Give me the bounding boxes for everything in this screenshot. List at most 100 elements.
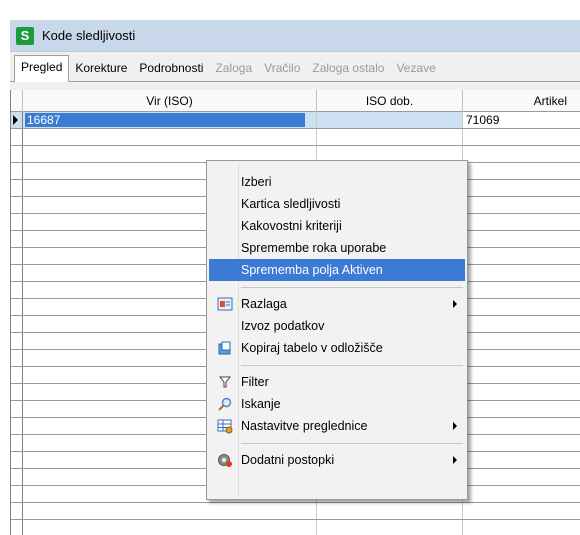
cell-vir[interactable]	[23, 503, 317, 519]
row-selector[interactable]	[11, 214, 23, 230]
cell-artikel[interactable]	[463, 129, 580, 145]
cell-artikel[interactable]	[463, 486, 580, 502]
row-selector[interactable]	[11, 316, 23, 332]
tab-bar: Pregled Korekture Podrobnosti Zaloga Vra…	[10, 54, 580, 82]
tab-podrobnosti[interactable]: Podrobnosti	[133, 61, 209, 81]
cell-artikel[interactable]	[463, 367, 580, 383]
row-selector[interactable]	[11, 384, 23, 400]
cell-vir[interactable]: 16687	[23, 112, 317, 128]
cell-artikel[interactable]	[463, 435, 580, 451]
row-selector[interactable]	[11, 401, 23, 417]
menu-item-razlaga[interactable]: Razlaga	[209, 293, 465, 315]
cell-artikel[interactable]	[463, 180, 580, 196]
cell-artikel[interactable]	[463, 282, 580, 298]
row-selector[interactable]	[11, 503, 23, 519]
cell-vir-value: 16687	[25, 113, 305, 127]
row-selector[interactable]	[11, 469, 23, 485]
menu-item-iskanje[interactable]: Iskanje	[209, 393, 465, 415]
row-selector[interactable]	[11, 333, 23, 349]
cell-artikel[interactable]	[463, 316, 580, 332]
grid-header: Vir (ISO) ISO dob. Artikel	[11, 90, 580, 112]
grid-settings-icon	[217, 418, 233, 434]
menu-item-label: Izberi	[241, 175, 272, 189]
cell-iso-dob[interactable]	[317, 520, 463, 535]
cell-artikel[interactable]	[463, 401, 580, 417]
cell-artikel[interactable]	[463, 469, 580, 485]
cell-artikel[interactable]	[463, 418, 580, 434]
cell-iso-dob[interactable]	[317, 112, 463, 128]
cell-artikel[interactable]: 71069	[463, 112, 580, 128]
menu-item-filter[interactable]: Filter	[209, 371, 465, 393]
table-row[interactable]	[11, 520, 580, 535]
cell-artikel[interactable]	[463, 520, 580, 535]
column-header-artikel[interactable]: Artikel	[463, 90, 580, 112]
row-selector[interactable]	[11, 129, 23, 145]
menu-item-kartica-sledljivosti[interactable]: Kartica sledljivosti	[209, 193, 465, 215]
row-selector[interactable]	[11, 146, 23, 162]
row-selector[interactable]	[11, 486, 23, 502]
app-logo-icon: S	[16, 26, 34, 45]
cell-artikel[interactable]	[463, 197, 580, 213]
row-selector[interactable]	[11, 282, 23, 298]
cell-artikel[interactable]	[463, 503, 580, 519]
cell-artikel[interactable]	[463, 333, 580, 349]
menu-item-sprememba-polja-aktiven[interactable]: Sprememba polja Aktiven	[209, 259, 465, 281]
cell-artikel[interactable]	[463, 146, 580, 162]
cell-artikel[interactable]	[463, 350, 580, 366]
menu-item-nastavitve-preglednice[interactable]: Nastavitve preglednice	[209, 415, 465, 437]
row-selector[interactable]	[11, 248, 23, 264]
submenu-arrow-icon	[453, 456, 457, 464]
tab-pregled[interactable]: Pregled	[14, 55, 70, 82]
menu-item-dodatni-postopki[interactable]: Dodatni postopki	[209, 449, 465, 471]
tab-korekture[interactable]: Korekture	[69, 61, 133, 81]
menu-item-label: Kartica sledljivosti	[241, 197, 341, 211]
row-selector[interactable]	[11, 452, 23, 468]
submenu-arrow-icon	[453, 300, 457, 308]
row-selector[interactable]	[11, 435, 23, 451]
row-selector[interactable]	[11, 265, 23, 281]
row-header-corner	[11, 90, 23, 112]
menu-item-label: Izvoz podatkov	[241, 319, 325, 333]
table-row[interactable]	[11, 503, 580, 520]
column-header-vir[interactable]: Vir (ISO)	[23, 90, 317, 112]
context-menu: Izberi Kartica sledljivosti Kakovostni k…	[206, 160, 468, 500]
menu-item-spremembe-roka-uporabe[interactable]: Spremembe roka uporabe	[209, 237, 465, 259]
row-selector[interactable]	[11, 163, 23, 179]
menu-item-label: Iskanje	[241, 397, 281, 411]
menu-item-izberi[interactable]: Izberi	[209, 171, 465, 193]
row-selector[interactable]	[11, 520, 23, 535]
menu-item-kakovostni-kriteriji[interactable]: Kakovostni kriteriji	[209, 215, 465, 237]
menu-separator	[241, 443, 463, 444]
row-selector[interactable]	[11, 231, 23, 247]
menu-item-izvoz-podatkov[interactable]: Izvoz podatkov	[209, 315, 465, 337]
cell-artikel[interactable]	[463, 299, 580, 315]
menu-separator	[241, 287, 463, 288]
cell-iso-dob[interactable]	[317, 503, 463, 519]
row-selector[interactable]	[11, 197, 23, 213]
search-icon	[217, 396, 233, 412]
row-selector[interactable]	[11, 367, 23, 383]
submenu-arrow-icon	[453, 422, 457, 430]
cell-artikel[interactable]	[463, 248, 580, 264]
cell-artikel[interactable]	[463, 452, 580, 468]
tab-vezave: Vezave	[396, 61, 436, 75]
explain-icon	[217, 296, 233, 312]
cell-vir[interactable]	[23, 520, 317, 535]
row-selector[interactable]	[11, 418, 23, 434]
row-selector[interactable]	[11, 180, 23, 196]
cell-vir[interactable]	[23, 129, 317, 145]
cell-artikel[interactable]	[463, 231, 580, 247]
column-header-iso-dob[interactable]: ISO dob.	[317, 90, 463, 112]
row-selector[interactable]	[11, 112, 23, 128]
table-row[interactable]	[11, 129, 580, 146]
cell-artikel[interactable]	[463, 384, 580, 400]
cell-iso-dob[interactable]	[317, 129, 463, 145]
menu-item-kopiraj-tabelo[interactable]: Kopiraj tabelo v odložišče	[209, 337, 465, 359]
title-bar[interactable]: S Kode sledljivosti	[10, 20, 580, 52]
table-row[interactable]: 16687 71069	[11, 112, 580, 129]
cell-artikel[interactable]	[463, 265, 580, 281]
cell-artikel[interactable]	[463, 214, 580, 230]
row-selector[interactable]	[11, 299, 23, 315]
row-selector[interactable]	[11, 350, 23, 366]
cell-artikel[interactable]	[463, 163, 580, 179]
